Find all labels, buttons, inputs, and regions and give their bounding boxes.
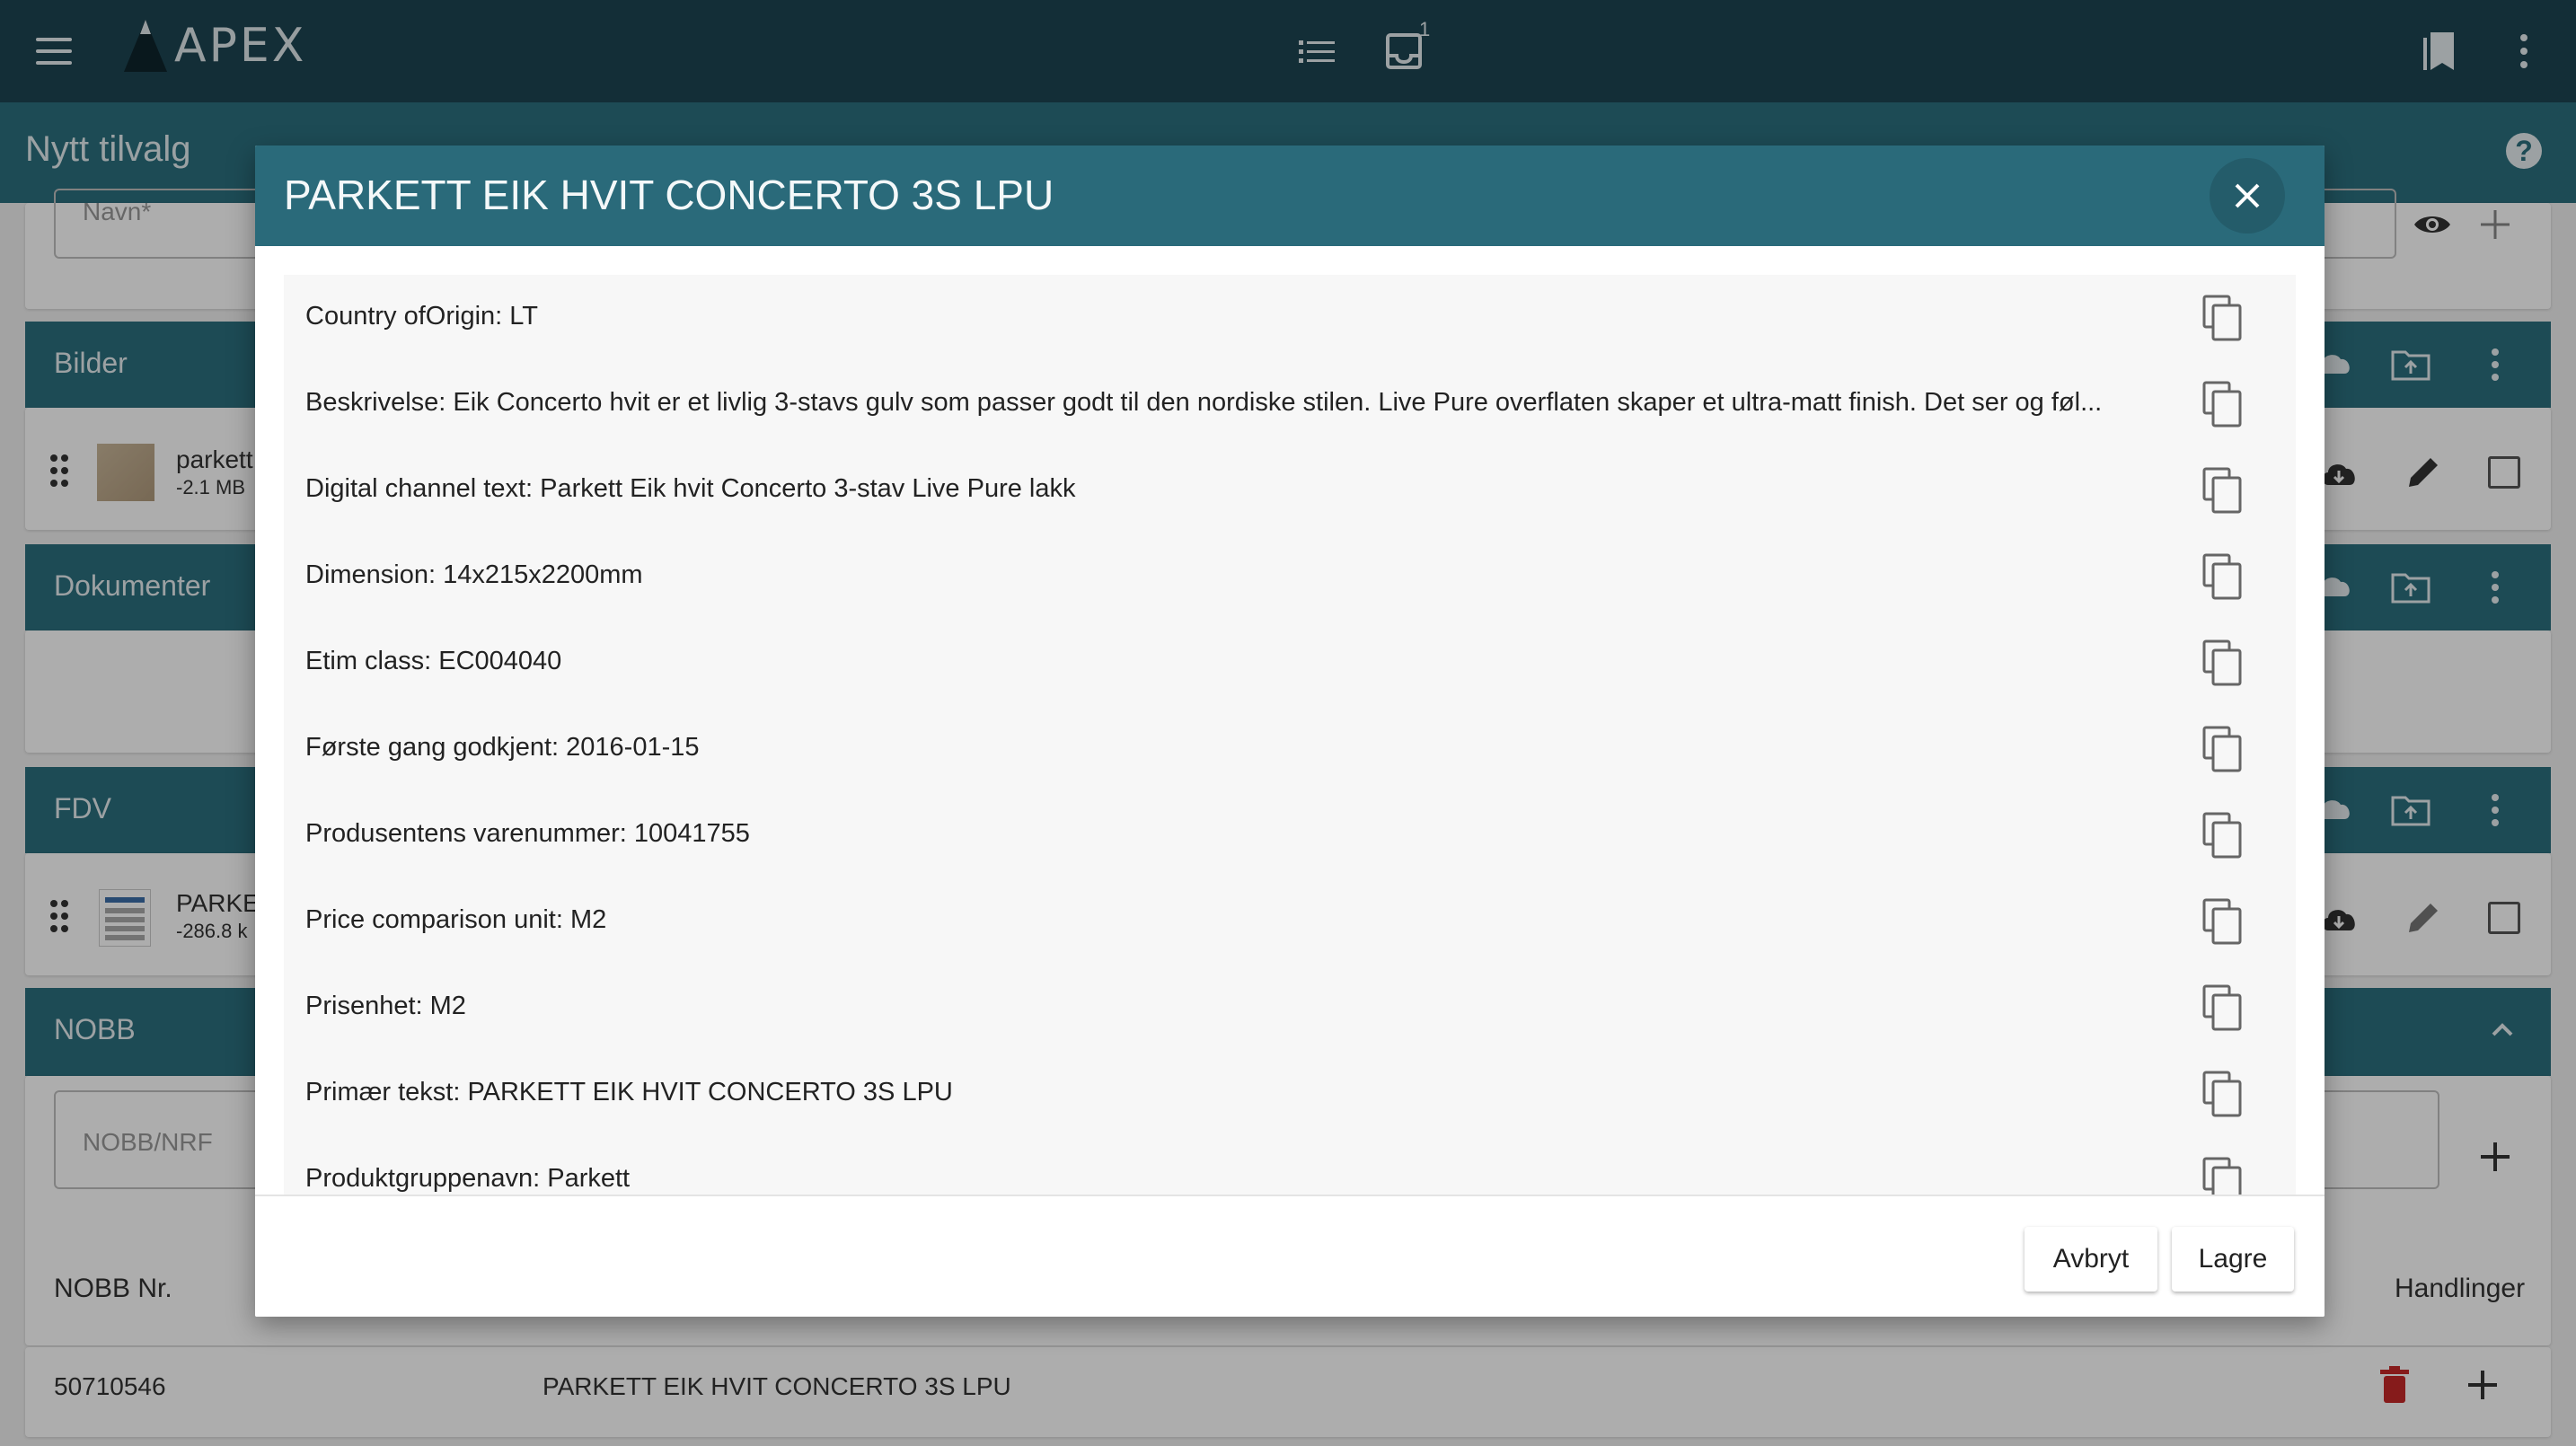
cancel-button[interactable]: Avbryt [2025, 1227, 2157, 1292]
dialog-footer: Avbryt Lagre [255, 1195, 2325, 1317]
list-item: Primær tekst: PARKETT EIK HVIT CONCERTO … [284, 1051, 2296, 1137]
copy-icon[interactable] [2201, 984, 2244, 1031]
list-item: Produsentens varenummer: 10041755 [284, 792, 2296, 878]
attribute-text: Dimension: 14x215x2200mm [305, 560, 643, 589]
list-item: Etim class: EC004040 [284, 620, 2296, 706]
list-item: Dimension: 14x215x2200mm [284, 533, 2296, 620]
attribute-text: Primær tekst: PARKETT EIK HVIT CONCERTO … [305, 1078, 953, 1107]
attribute-text: Produsentens varenummer: 10041755 [305, 819, 750, 848]
copy-icon[interactable] [2201, 467, 2244, 514]
attribute-text: Første gang godkjent: 2016-01-15 [305, 733, 700, 762]
copy-icon[interactable] [2201, 295, 2244, 341]
attribute-text: Produktgruppenavn: Parkett [305, 1164, 631, 1193]
copy-icon[interactable] [2201, 553, 2244, 600]
close-icon [2235, 183, 2260, 208]
dialog-header: PARKETT EIK HVIT CONCERTO 3S LPU [255, 145, 2325, 246]
save-button[interactable]: Lagre [2172, 1227, 2294, 1292]
copy-icon[interactable] [2201, 898, 2244, 945]
attribute-text: Digital channel text: Parkett Eik hvit C… [305, 474, 1076, 503]
attribute-text: Prisenhet: M2 [305, 992, 466, 1020]
attributes-list[interactable]: Country ofOrigin: LT Beskrivelse: Eik Co… [284, 275, 2296, 1195]
list-item: Country ofOrigin: LT [284, 275, 2296, 361]
list-item: Digital channel text: Parkett Eik hvit C… [284, 447, 2296, 533]
copy-icon[interactable] [2201, 1157, 2244, 1195]
attribute-text: Price comparison unit: M2 [305, 905, 607, 934]
dialog-title: PARKETT EIK HVIT CONCERTO 3S LPU [284, 172, 1054, 218]
copy-icon[interactable] [2201, 726, 2244, 772]
copy-icon[interactable] [2201, 639, 2244, 686]
list-item: Beskrivelse: Eik Concerto hvit er et liv… [284, 361, 2296, 447]
copy-icon[interactable] [2201, 1071, 2244, 1117]
list-item: Første gang godkjent: 2016-01-15 [284, 706, 2296, 792]
attribute-text: Country ofOrigin: LT [305, 302, 538, 331]
attribute-text: Etim class: EC004040 [305, 647, 562, 675]
attribute-text: Beskrivelse: Eik Concerto hvit er et liv… [305, 388, 2103, 417]
close-button[interactable] [2210, 158, 2285, 234]
product-attributes-dialog: PARKETT EIK HVIT CONCERTO 3S LPU Country… [255, 145, 2325, 1317]
list-item: Produktgruppenavn: Parkett [284, 1137, 2296, 1195]
list-item: Prisenhet: M2 [284, 965, 2296, 1051]
copy-icon[interactable] [2201, 812, 2244, 859]
list-item: Price comparison unit: M2 [284, 878, 2296, 965]
copy-icon[interactable] [2201, 381, 2244, 428]
